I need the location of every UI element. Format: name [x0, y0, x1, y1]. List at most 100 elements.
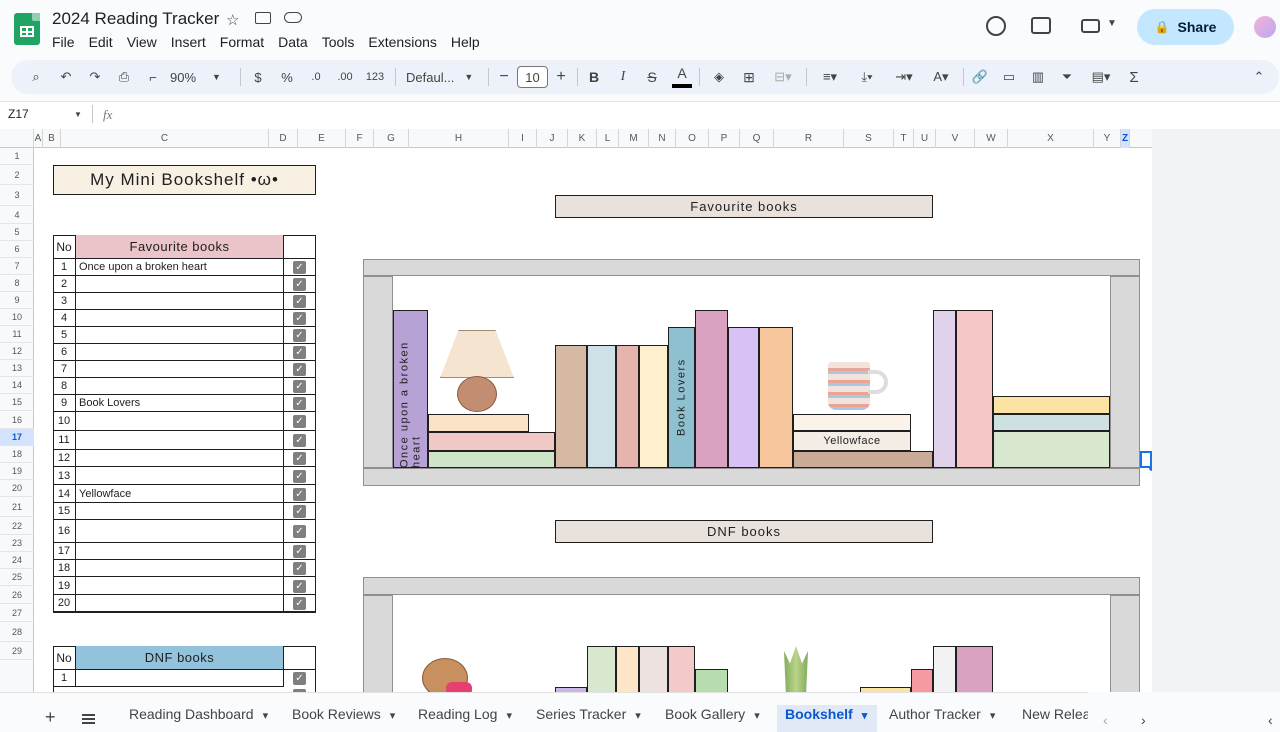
- checkbox[interactable]: ✓: [293, 397, 306, 410]
- favourite-row-title[interactable]: Book Lovers: [76, 395, 284, 412]
- percent-format-button[interactable]: %: [279, 60, 295, 94]
- checkbox[interactable]: ✓: [293, 545, 306, 558]
- column-header-p[interactable]: P: [709, 129, 740, 148]
- row-header-22[interactable]: 22: [0, 517, 34, 535]
- all-sheets-icon[interactable]: [82, 714, 95, 724]
- favourite-row-title[interactable]: [76, 560, 284, 577]
- undo-icon[interactable]: ↶: [56, 60, 76, 94]
- tab-bookshelf[interactable]: Bookshelf ▾: [785, 706, 867, 722]
- formula-input[interactable]: [125, 104, 1275, 126]
- row-header-28[interactable]: 28: [0, 622, 34, 642]
- column-header-x[interactable]: X: [1008, 129, 1094, 148]
- merge-cells-icon[interactable]: ⊟▾: [768, 60, 798, 94]
- tab-book-reviews[interactable]: Book Reviews ▾: [292, 706, 395, 722]
- column-header-b[interactable]: B: [43, 129, 61, 148]
- column-header-s[interactable]: S: [844, 129, 894, 148]
- row-header-5[interactable]: 5: [0, 224, 34, 241]
- row-header-21[interactable]: 21: [0, 497, 34, 517]
- filter-views-icon[interactable]: ▤▾: [1085, 60, 1117, 94]
- column-header-g[interactable]: G: [374, 129, 409, 148]
- column-header-l[interactable]: L: [597, 129, 619, 148]
- row-header-12[interactable]: 12: [0, 343, 34, 360]
- tab-reading-dashboard[interactable]: Reading Dashboard ▾: [129, 706, 268, 722]
- column-header-r[interactable]: R: [774, 129, 844, 148]
- checkbox[interactable]: ✓: [293, 580, 306, 593]
- column-header-h[interactable]: H: [409, 129, 509, 148]
- favourite-row-title[interactable]: [76, 310, 284, 327]
- checkbox[interactable]: ✓: [293, 415, 306, 428]
- menu-file[interactable]: File: [52, 34, 83, 50]
- menu-format[interactable]: Format: [220, 34, 272, 50]
- checkbox[interactable]: ✓: [293, 470, 306, 483]
- move-folder-icon[interactable]: [255, 12, 271, 24]
- currency-format-button[interactable]: $: [250, 60, 266, 94]
- favourite-row-title[interactable]: [76, 327, 284, 344]
- checkbox[interactable]: ✓: [293, 488, 306, 501]
- tab-menu-icon[interactable]: ▾: [632, 710, 641, 722]
- insert-link-icon[interactable]: 🔗: [971, 60, 989, 94]
- favourite-row-title[interactable]: [76, 412, 284, 431]
- select-all-corner[interactable]: [0, 129, 34, 148]
- decrease-decimal-button[interactable]: .0: [306, 60, 326, 94]
- insert-comment-icon[interactable]: ▭: [1000, 60, 1018, 94]
- row-header-26[interactable]: 26: [0, 586, 34, 604]
- column-header-z[interactable]: Z: [1121, 129, 1130, 148]
- text-rotation-icon[interactable]: A▾: [925, 60, 957, 94]
- more-formats-button[interactable]: 123: [364, 60, 386, 94]
- borders-icon[interactable]: ⊞: [740, 60, 758, 94]
- favourite-row-title[interactable]: [76, 361, 284, 378]
- checkbox[interactable]: ✓: [293, 329, 306, 342]
- column-header-e[interactable]: E: [298, 129, 346, 148]
- tab-book-gallery[interactable]: Book Gallery ▾: [665, 706, 760, 722]
- favourite-row-title[interactable]: Yellowface: [76, 485, 284, 503]
- row-header-8[interactable]: 8: [0, 275, 34, 292]
- favourite-row-title[interactable]: [76, 293, 284, 310]
- tab-scroll-left-icon[interactable]: ‹: [1103, 712, 1108, 728]
- row-header-23[interactable]: 23: [0, 535, 34, 552]
- row-header-29[interactable]: 29: [0, 642, 34, 660]
- chevron-down-icon[interactable]: ▼: [74, 110, 82, 119]
- row-header-17[interactable]: 17: [0, 429, 34, 446]
- italic-icon[interactable]: I: [614, 60, 632, 94]
- checkbox[interactable]: ✓: [293, 363, 306, 376]
- add-sheet-icon[interactable]: +: [45, 708, 56, 726]
- zoom-select[interactable]: 90% ▼: [170, 60, 232, 94]
- star-icon[interactable]: ☆: [226, 11, 239, 29]
- tab-author-tracker[interactable]: Author Tracker ▾: [889, 706, 995, 722]
- favourite-row-title[interactable]: [76, 543, 284, 560]
- increase-font-size-icon[interactable]: +: [553, 60, 569, 94]
- dnf-row-title[interactable]: [76, 670, 284, 687]
- search-menus-icon[interactable]: ⌕: [26, 60, 46, 94]
- increase-decimal-button[interactable]: .00: [334, 60, 356, 94]
- favourite-row-title[interactable]: [76, 577, 284, 595]
- tab-menu-icon[interactable]: ▾: [387, 710, 396, 722]
- menu-insert[interactable]: Insert: [171, 34, 214, 50]
- column-header-k[interactable]: K: [568, 129, 597, 148]
- checkbox[interactable]: ✓: [293, 295, 306, 308]
- row-header-16[interactable]: 16: [0, 411, 34, 429]
- strikethrough-icon[interactable]: S: [643, 60, 661, 94]
- insert-chart-icon[interactable]: ▥: [1029, 60, 1047, 94]
- checkbox[interactable]: ✓: [293, 278, 306, 291]
- sheet-grid[interactable]: My Mini Bookshelf •ω• No Favourite books…: [34, 148, 1152, 692]
- column-header-u[interactable]: U: [914, 129, 936, 148]
- row-header-3[interactable]: 3: [0, 185, 34, 206]
- document-title[interactable]: 2024 Reading Tracker: [52, 9, 219, 29]
- share-button[interactable]: 🔒 Share: [1137, 9, 1234, 45]
- column-header-d[interactable]: D: [269, 129, 298, 148]
- filter-icon[interactable]: ⏷: [1058, 60, 1076, 94]
- favourite-row-title[interactable]: Once upon a broken heart: [76, 259, 284, 276]
- checkbox[interactable]: ✓: [293, 672, 306, 685]
- row-header-9[interactable]: 9: [0, 292, 34, 309]
- row-header-13[interactable]: 13: [0, 360, 34, 377]
- name-box[interactable]: Z17: [8, 107, 29, 121]
- sheets-logo-icon[interactable]: [14, 13, 40, 45]
- column-header-y[interactable]: Y: [1094, 129, 1121, 148]
- checkbox[interactable]: ✓: [293, 312, 306, 325]
- decrease-font-size-icon[interactable]: −: [496, 60, 512, 94]
- checkbox[interactable]: ✓: [293, 597, 306, 610]
- checkbox[interactable]: ✓: [293, 562, 306, 575]
- favourite-row-title[interactable]: [76, 378, 284, 395]
- tab-new-relea[interactable]: New Relea: [1022, 706, 1090, 722]
- cloud-status-icon[interactable]: [284, 12, 302, 23]
